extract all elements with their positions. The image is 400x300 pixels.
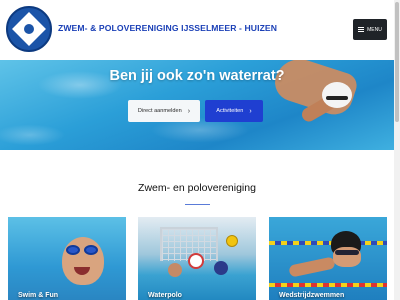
goggle-left	[66, 245, 80, 255]
hero-swimmer-goggles	[326, 96, 348, 100]
page-scrollbar[interactable]	[394, 0, 400, 300]
card-photo-ball	[226, 235, 238, 247]
card-swim-fun[interactable]: Swim & Fun	[8, 217, 126, 300]
hamburger-icon	[358, 27, 365, 32]
card-label: Wedstrijdzwemmen	[279, 292, 345, 299]
card-label: Swim & Fun	[18, 292, 59, 299]
logo-center	[24, 24, 34, 34]
card-waterpolo[interactable]: Waterpolo	[138, 217, 256, 300]
page: ZWEM- & POLOVERENIGING IJSSELMEER - HUIZ…	[0, 0, 394, 300]
club-logo[interactable]	[6, 6, 52, 52]
menu-button[interactable]: MENU	[353, 19, 387, 40]
site-title[interactable]: ZWEM- & POLOVERENIGING IJSSELMEER - HUIZ…	[58, 23, 277, 33]
hero-title: Ben jij ook zo'n waterrat?	[109, 68, 285, 84]
register-button[interactable]: Direct aanmelden ›	[128, 100, 200, 122]
activities-button[interactable]: Activiteiten ›	[205, 100, 263, 122]
card-photo-lane-rope	[269, 241, 387, 245]
section-divider	[185, 204, 210, 205]
register-button-label: Direct aanmelden	[137, 108, 182, 114]
card-photo-goggles	[335, 250, 359, 255]
card-photo-goalkeeper	[188, 253, 204, 269]
site-header: ZWEM- & POLOVERENIGING IJSSELMEER - HUIZ…	[0, 0, 394, 60]
chevron-right-icon: ›	[187, 107, 191, 115]
card-photo-child	[62, 237, 104, 285]
hero-banner: Ben jij ook zo'n waterrat? Direct aanmel…	[0, 60, 394, 150]
card-photo-player	[214, 261, 228, 275]
card-photo-player	[168, 263, 182, 277]
scrollbar-thumb[interactable]	[395, 2, 399, 122]
hero-swimmer-cap	[322, 82, 352, 108]
card-wedstrijdzwemmen[interactable]: Wedstrijdzwemmen	[269, 217, 387, 300]
card-photo-swimmer-arm	[288, 256, 336, 278]
activities-button-label: Activiteiten	[216, 108, 244, 114]
menu-label: MENU	[367, 26, 382, 33]
card-label: Waterpolo	[148, 292, 182, 299]
chevron-right-icon: ›	[249, 107, 252, 115]
card-photo-lane-rope	[269, 283, 387, 287]
section-title: Zwem- en polovereniging	[138, 182, 256, 194]
goggle-right	[84, 245, 98, 255]
